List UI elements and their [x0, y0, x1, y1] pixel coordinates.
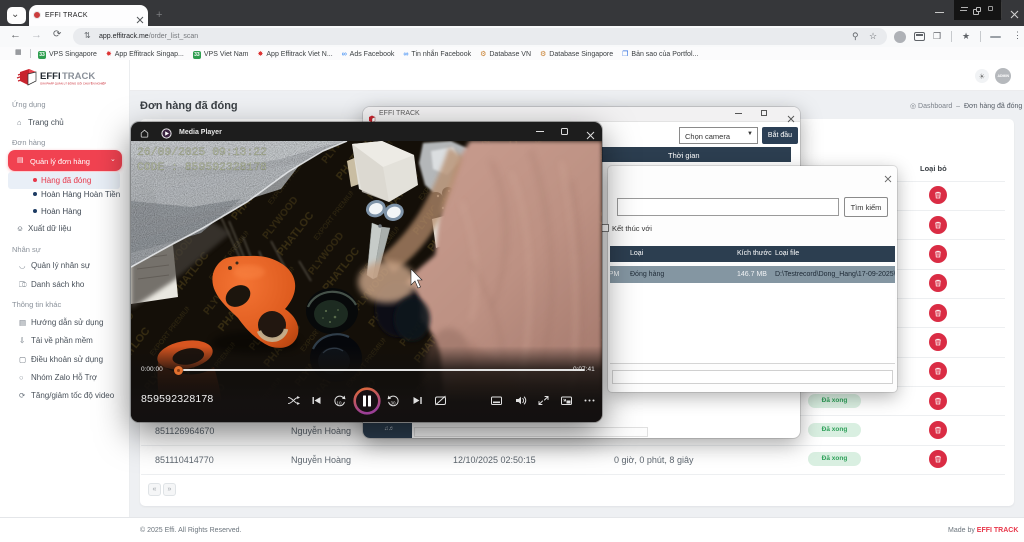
svg-text:GIẢI PHÁP QUẢN LÝ ĐÓNG GÓI CHU: GIẢI PHÁP QUẢN LÝ ĐÓNG GÓI CHUYÊN NGHIỆP	[40, 81, 106, 86]
svg-text:10: 10	[337, 401, 343, 406]
svg-text:EFFI: EFFI	[40, 71, 61, 82]
svg-text:26/09/2025 09:13:22: 26/09/2025 09:13:22	[137, 147, 267, 159]
svg-text:30: 30	[391, 401, 397, 406]
svg-text:TRACK: TRACK	[62, 71, 95, 82]
svg-text:CODE : 859592328178: CODE : 859592328178	[137, 162, 267, 174]
